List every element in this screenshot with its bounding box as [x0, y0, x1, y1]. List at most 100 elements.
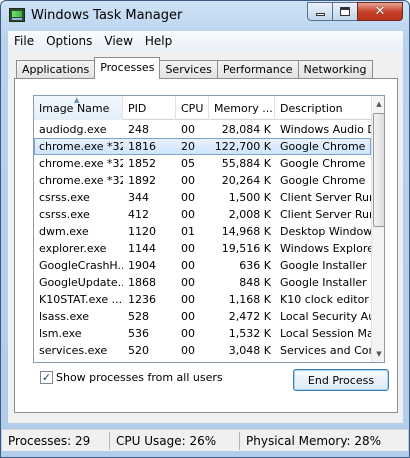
show-all-users-checkbox[interactable]: ✓	[40, 371, 53, 384]
close-button[interactable]: ✕	[357, 2, 403, 21]
minimize-button[interactable]	[307, 2, 333, 21]
column-description[interactable]: Description	[275, 96, 371, 120]
cell-image-name: GoogleUpdate...	[39, 276, 123, 289]
cell-pid: 520	[128, 344, 149, 357]
menu-options[interactable]: Options	[40, 31, 98, 51]
cell-memory: 19,516 K	[221, 242, 271, 255]
table-row[interactable]: chrome.exe *32 1892 00 20,264 K Google Chrom…	[34, 172, 371, 189]
cell-memory: 848 K	[239, 276, 271, 289]
tab-processes[interactable]: Processes	[94, 57, 161, 79]
cell-memory: 122,700 K	[214, 140, 271, 153]
cell-description: K10 clock editor	[280, 293, 369, 306]
process-list[interactable]: ▲ Image Name PID CPU Memory ... Descript…	[33, 95, 385, 363]
cell-description: Google Installer	[280, 276, 367, 289]
cell-description: Services and Controller app	[280, 344, 371, 357]
cell-description: Local Session Manager Service	[280, 327, 371, 340]
column-memory-label: Memory ...	[214, 102, 273, 115]
table-row[interactable]: chrome.exe *32 1816 20 122,700 K Google Chro…	[34, 138, 371, 155]
cell-pid: 536	[128, 327, 149, 340]
cell-cpu: 01	[181, 225, 195, 238]
cell-cpu: 20	[181, 140, 195, 153]
table-row[interactable]: csrss.exe 412 00 2,008 K Client Server Runti…	[34, 206, 371, 223]
vertical-scrollbar[interactable]: ▲ ▼	[371, 96, 384, 362]
cell-cpu: 00	[181, 259, 195, 272]
show-all-users-option[interactable]: ✓ Show processes from all users	[40, 371, 223, 384]
cell-image-name: explorer.exe	[39, 242, 107, 255]
cell-description: Google Installer	[280, 259, 367, 272]
table-row[interactable]: GoogleCrashH... 1904 00 636 K Google Install…	[34, 257, 371, 274]
cell-cpu: 00	[181, 123, 195, 136]
cell-pid: 1892	[128, 174, 156, 187]
cell-pid: 528	[128, 310, 149, 323]
table-row[interactable]: services.exe 520 00 3,048 K Services and Con…	[34, 342, 371, 359]
column-description-label: Description	[280, 102, 343, 115]
tab-strip: Applications Processes Services Performa…	[16, 57, 373, 79]
cell-memory: 1,168 K	[228, 293, 271, 306]
cell-description: Client Server Runtime Process	[280, 208, 371, 221]
menu-bar: File Options View Help	[8, 31, 403, 51]
cell-image-name: services.exe	[39, 344, 108, 357]
column-headers: ▲ Image Name PID CPU Memory ... Descript…	[34, 96, 371, 120]
cell-image-name: chrome.exe *32	[39, 157, 123, 170]
column-memory[interactable]: Memory ...	[209, 96, 275, 120]
cell-memory: 1,500 K	[228, 191, 271, 204]
cell-description: Google Chrome	[280, 157, 366, 170]
sort-ascending-icon: ▲	[74, 96, 80, 104]
scroll-up-icon[interactable]: ▲	[372, 96, 384, 112]
cell-memory: 1,532 K	[228, 327, 271, 340]
cell-cpu: 00	[181, 242, 195, 255]
table-row[interactable]: chrome.exe *32 1852 05 55,884 K Google Chrom…	[34, 155, 371, 172]
cell-pid: 1816	[128, 140, 156, 153]
cell-cpu: 00	[181, 208, 195, 221]
table-row[interactable]: explorer.exe 1144 00 19,516 K Windows Explor…	[34, 240, 371, 257]
cell-description: Local Security Authority Process	[280, 310, 371, 323]
cell-pid: 1120	[128, 225, 156, 238]
table-row[interactable]: K10STAT.exe ... 1236 00 1,168 K K10 clock ed…	[34, 291, 371, 308]
status-processes: Processes: 29	[2, 431, 110, 450]
tab-services[interactable]: Services	[159, 60, 218, 79]
cell-image-name: chrome.exe *32	[39, 174, 123, 187]
cell-description: Windows Explorer	[280, 242, 371, 255]
cell-image-name: lsass.exe	[39, 310, 89, 323]
cell-memory: 55,884 K	[221, 157, 271, 170]
cell-description: Google Chrome	[280, 140, 366, 153]
column-pid[interactable]: PID	[123, 96, 176, 120]
cell-image-name: csrss.exe	[39, 208, 90, 221]
cell-cpu: 00	[181, 276, 195, 289]
menu-file[interactable]: File	[8, 31, 40, 51]
column-pid-label: PID	[128, 102, 147, 115]
scroll-down-icon[interactable]: ▼	[372, 346, 384, 362]
cell-cpu: 00	[181, 174, 195, 187]
table-row[interactable]: lsass.exe 528 00 2,472 K Local Security Auth…	[34, 308, 371, 325]
tab-networking[interactable]: Networking	[297, 60, 373, 79]
menu-view[interactable]: View	[98, 31, 138, 51]
table-row[interactable]: audiodg.exe 248 00 28,084 K Windows Audio De…	[34, 121, 371, 138]
cell-image-name: GoogleCrashH...	[39, 259, 123, 272]
scrollbar-thumb[interactable]	[373, 113, 384, 227]
cell-cpu: 00	[181, 310, 195, 323]
cell-image-name: chrome.exe *32	[39, 140, 123, 153]
column-cpu[interactable]: CPU	[176, 96, 209, 120]
cell-image-name: K10STAT.exe ...	[39, 293, 123, 306]
cell-image-name: dwm.exe	[39, 225, 89, 238]
table-row[interactable]: dwm.exe 1120 01 14,968 K Desktop Window Mana…	[34, 223, 371, 240]
table-row[interactable]: GoogleUpdate... 1868 00 848 K Google Install…	[34, 274, 371, 291]
cell-description: Client Server Runtime Process	[280, 191, 371, 204]
cell-cpu: 00	[181, 344, 195, 357]
tab-performance[interactable]: Performance	[216, 60, 299, 79]
table-row[interactable]: csrss.exe 344 00 1,500 K Client Server Runti…	[34, 189, 371, 206]
cell-pid: 248	[128, 123, 149, 136]
show-all-users-label: Show processes from all users	[56, 371, 223, 384]
tab-applications[interactable]: Applications	[16, 60, 96, 79]
table-row[interactable]: lsm.exe 536 00 1,532 K Local Session Manager…	[34, 325, 371, 342]
title-bar[interactable]: Windows Task Manager ✕	[1, 1, 409, 31]
task-manager-window: Windows Task Manager ✕ File Options View…	[0, 0, 410, 458]
close-icon: ✕	[374, 4, 386, 19]
menu-help[interactable]: Help	[139, 31, 178, 51]
column-image-name[interactable]: ▲ Image Name	[34, 96, 123, 120]
end-process-button[interactable]: End Process	[293, 369, 389, 391]
maximize-button[interactable]	[332, 2, 358, 21]
cell-pid: 344	[128, 191, 149, 204]
cell-memory: 2,008 K	[228, 208, 271, 221]
cell-memory: 636 K	[239, 259, 271, 272]
